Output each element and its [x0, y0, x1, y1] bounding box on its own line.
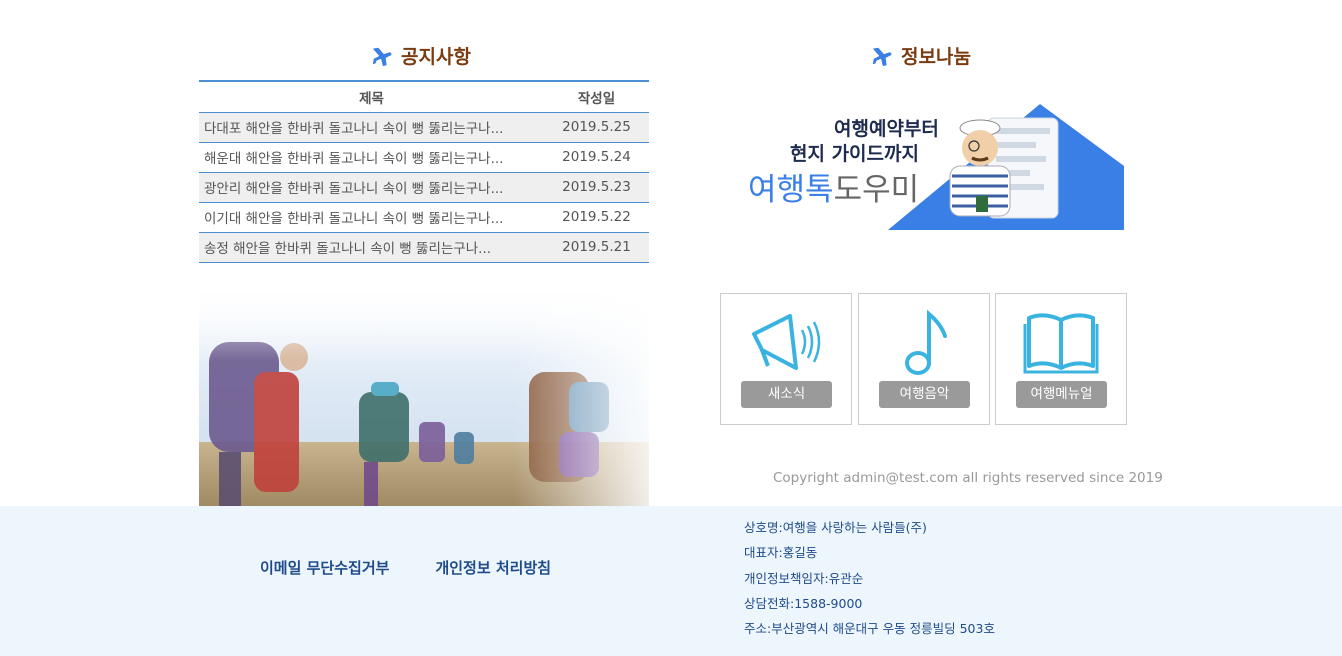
info-title: 정보나눔 [901, 46, 971, 68]
privacy-policy-link[interactable]: 개인정보 처리방침 [435, 557, 551, 578]
row-title-link[interactable]: 광안리 해안을 한바퀴 돌고나니 속이 뻥 뚫리는구나... [199, 172, 544, 203]
table-row[interactable]: 해운대 해안을 한바퀴 돌고나니 속이 뻥 뚫리는구나... 2019.5.24 [199, 142, 649, 173]
row-date: 2019.5.22 [544, 202, 649, 233]
row-title-link[interactable]: 이기대 해안을 한바퀴 돌고나니 속이 뻥 뚫리는구나... [199, 202, 544, 233]
airplane-icon [372, 47, 392, 66]
company-ceo: 대표자:홍길동 [744, 545, 818, 561]
music-note-icon [905, 309, 947, 375]
tile-news[interactable]: 새소식 [720, 293, 852, 425]
banner-line2: 현지 가이드까지 [790, 143, 919, 165]
company-info: 상호명:여행을 사랑하는 사람들(주) 대표자:홍길동 개인정보책임자:유관순 … [744, 519, 995, 645]
banner-line1: 여행예약부터 [834, 118, 939, 140]
email-refusal-link[interactable]: 이메일 무단수집거부 [260, 557, 389, 578]
table-row[interactable]: 다대포 해안을 한바퀴 돌고나니 속이 뻥 뚫리는구나... 2019.5.25 [199, 112, 649, 143]
row-title-link[interactable]: 송정 해안을 한바퀴 돌고나니 속이 뻥 뚫리는구나... [199, 232, 544, 263]
notice-heading: 공지사항 [371, 42, 471, 69]
company-address: 주소:부산광역시 해운대구 우동 정릉빌딩 503호 [744, 621, 995, 637]
table-row[interactable]: 송정 해안을 한바퀴 돌고나니 속이 뻥 뚫리는구나... 2019.5.21 [199, 232, 649, 263]
open-book-icon [1023, 313, 1099, 374]
airplane-icon [872, 47, 892, 66]
travel-talk-banner[interactable]: 여행예약부터 현지 가이드까지 여행톡도우미 [740, 100, 1130, 232]
banner-brand: 여행톡도우미 [748, 164, 919, 209]
tile-news-label: 새소식 [741, 381, 832, 408]
table-row[interactable]: 광안리 해안을 한바퀴 돌고나니 속이 뻥 뚫리는구나... 2019.5.23 [199, 172, 649, 203]
company-name: 상호명:여행을 사랑하는 사람들(주) [744, 520, 927, 535]
info-heading: 정보나눔 [871, 42, 971, 69]
banner-brand-a: 여행톡 [748, 172, 834, 208]
row-title-link[interactable]: 다대포 해안을 한바퀴 돌고나니 속이 뻥 뚫리는구나... [199, 112, 544, 143]
footer: 이메일 무단수집거부 개인정보 처리방침 상호명:여행을 사랑하는 사람들(주)… [0, 506, 1342, 656]
banner-brand-b: 도우미 [833, 172, 920, 208]
column-title: 제목 [199, 80, 544, 113]
page: 공지사항 제목 작성일 다대포 해안을 한바퀴 돌고나니 속이 뻥 뚫리는구나.… [0, 0, 1342, 656]
row-date: 2019.5.25 [544, 112, 649, 143]
notice-table: 제목 작성일 다대포 해안을 한바퀴 돌고나니 속이 뻥 뚫리는구나... 20… [199, 80, 649, 263]
hikers-photo [199, 282, 649, 506]
tile-manual[interactable]: 여행메뉴얼 [995, 293, 1127, 425]
copyright-text: Copyright admin@test.com all rights rese… [773, 470, 1163, 486]
company-phone: 상담전화:1588-9000 [744, 595, 863, 611]
notice-title: 공지사항 [401, 46, 471, 68]
tile-music[interactable]: 여행음악 [858, 293, 990, 425]
table-row[interactable]: 이기대 해안을 한바퀴 돌고나니 속이 뻥 뚫리는구나... 2019.5.22 [199, 202, 649, 233]
megaphone-icon [752, 314, 821, 370]
row-date: 2019.5.24 [544, 142, 649, 173]
column-date: 작성일 [544, 80, 649, 113]
row-date: 2019.5.21 [544, 232, 649, 263]
tile-manual-label: 여행메뉴얼 [1016, 381, 1107, 408]
tile-music-label: 여행음악 [879, 381, 970, 408]
privacy-officer: 개인정보책임자:유관순 [744, 570, 864, 586]
row-title-link[interactable]: 해운대 해안을 한바퀴 돌고나니 속이 뻥 뚫리는구나... [199, 142, 544, 173]
table-header: 제목 작성일 [199, 80, 649, 113]
row-date: 2019.5.23 [544, 172, 649, 203]
